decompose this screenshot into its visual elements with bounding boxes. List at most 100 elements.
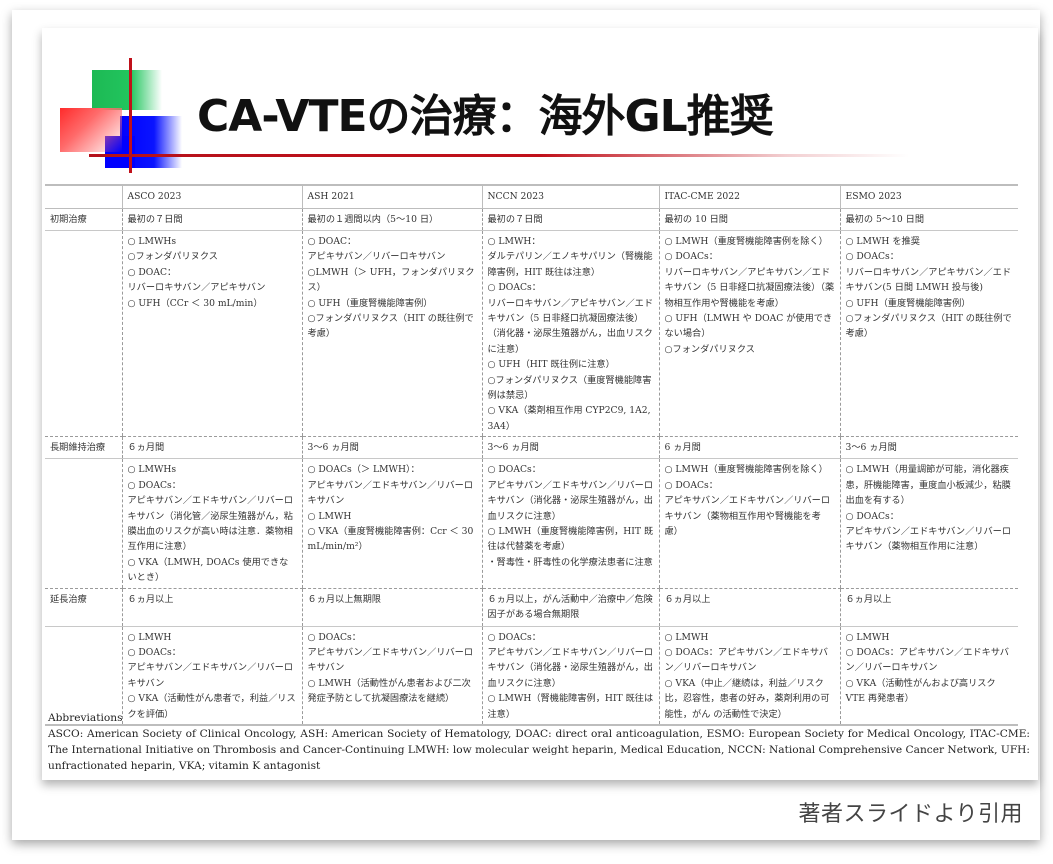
treatment-cell: ○ DOACs（＞ LMWH）： アピキサバン／エドキサバン／リバーロキサバン ○ … bbox=[301, 458, 482, 589]
treatment-item: ○ DOACs： bbox=[845, 251, 899, 263]
treatment-item: ○ LMWH（重度腎機能障害例，HIT 既往は代替薬を考慮） bbox=[487, 525, 654, 553]
logo-red-square bbox=[60, 108, 122, 152]
treatment-item: アピキサバン／エドキサバン／リバーロキサバン bbox=[307, 479, 474, 507]
duration-cell: 最初の７日間 bbox=[121, 208, 302, 231]
treatment-item: ○フォンダパリヌクス（HIT の既往例で考慮） bbox=[845, 313, 1012, 340]
empty-cell bbox=[45, 230, 122, 438]
treatment-item: ○ VKA（LMWH, DOACs 使用できないとき） bbox=[127, 556, 289, 584]
table-header-row: ASCO 2023 ASH 2021 NCCN 2023 ITAC-CME 20… bbox=[45, 184, 1018, 209]
duration-cell: 最初の７日間 bbox=[481, 208, 659, 231]
phase-label: 長期維持治療 bbox=[45, 436, 122, 460]
duration-cell: 最初の１週間以内（5～10 日） bbox=[301, 208, 482, 231]
treatment-item: ○ LMWH（重度腎機能障害例を除く） bbox=[664, 464, 828, 476]
duration-cell: ６ヵ月以上 bbox=[121, 588, 302, 627]
treatment-row: ○ LMWHs ○ DOACs： アピキサバン／エドキサバン／リバーロキサバン（消化… bbox=[45, 458, 1018, 589]
phase-row: 初期治療 最初の７日間 最初の１週間以内（5～10 日） 最初の７日間 最初の 10 日… bbox=[45, 208, 1018, 231]
treatment-item: ○ LMWHs bbox=[127, 236, 177, 247]
treatment-item: ○ DOACs： bbox=[664, 251, 718, 263]
slide: CA-VTEの治療：海外GL推奨 ASCO 2023 ASH 2021 NCCN… bbox=[42, 28, 1038, 780]
treatment-cell: ○ LMWH（用量調節が可能，消化器疾患，肝機能障害，重度血小板減少，粘膜出血を… bbox=[839, 458, 1018, 589]
empty-cell bbox=[45, 458, 122, 589]
treatment-cell: ○ DOAC： アピキサバン／リバーロキサバン ○LMWH（＞ UFH，フォンダパリ… bbox=[301, 230, 482, 438]
treatment-item: アピキサバン／エドキサバン／リバーロキサバン（消化管／泌尿生殖器がん，粘膜出血の… bbox=[127, 495, 294, 553]
phase-row: 長期維持治療 ６ヵ月間 3～6 ヵ月間 3～6 ヵ月間 6 ヵ月間 3～6 ヵ月間 bbox=[45, 436, 1018, 460]
treatment-item: ○ VKA（重度腎機能障害例：Ccr ＜ 30 mL/min/m²） bbox=[307, 525, 474, 553]
treatment-item: ○ DOACs： bbox=[487, 282, 541, 294]
header-cell-itac: ITAC-CME 2022 bbox=[658, 184, 840, 209]
treatment-item: ○ UFH（重度腎機能障害例） bbox=[845, 297, 971, 309]
logo-green-square bbox=[92, 70, 162, 110]
treatment-item: ・腎毒性・肝毒性の化学療法患者に注意 bbox=[487, 556, 653, 568]
treatment-item: ○ LMWH： bbox=[487, 236, 541, 247]
treatment-item: ○ LMWH bbox=[845, 631, 890, 643]
abbreviations: Abbreviations ASCO: American Society of … bbox=[48, 710, 1030, 774]
duration-cell: ６ヵ月間 bbox=[121, 436, 302, 460]
treatment-item: リバーロキサバン／アピキサバン／エドキサバン(5 日間 LMWH 投与後) bbox=[845, 266, 1012, 294]
treatment-item: ○ DOAC： bbox=[307, 236, 357, 247]
treatment-item: ○ UFH（HIT 既往例に注意） bbox=[487, 359, 615, 371]
treatment-item: ○LMWH（＞ UFH，フォンダパリヌクス） bbox=[307, 266, 475, 294]
treatment-cell: ○ LMWH（重度腎機能障害例を除く） ○ DOACs： アピキサバン／エドキサバン… bbox=[658, 458, 840, 589]
treatment-cell: ○ LMWH： ダルテパリン／エノキサパリン（腎機能障害例，HIT 既往は注意） ○… bbox=[481, 230, 659, 438]
treatment-item: ○ DOACs： bbox=[664, 479, 718, 491]
duration-cell: ６ヵ月以上無期限 bbox=[301, 588, 482, 627]
phase-label: 初期治療 bbox=[45, 208, 122, 231]
duration-cell: 最初の 10 日間 bbox=[658, 208, 840, 231]
duration-cell: ６ヵ月以上 bbox=[658, 588, 840, 627]
treatment-cell: ○ LMWH（重度腎機能障害例を除く） ○ DOACs： リバーロキサバン／アピキサ… bbox=[658, 230, 840, 438]
header-cell-nccn: NCCN 2023 bbox=[481, 184, 659, 209]
treatment-item: ○ LMWH を推奨 bbox=[845, 236, 920, 247]
slide-title: CA-VTEの治療：海外GL推奨 bbox=[197, 91, 774, 142]
treatment-item: アピキサバン／エドキサバン／リバーロキサバン bbox=[307, 646, 474, 674]
duration-cell: ６ヵ月以上 bbox=[839, 588, 1018, 627]
treatment-item: ○ DOACs： bbox=[487, 464, 541, 476]
treatment-item: ○ LMWHs bbox=[127, 464, 177, 476]
treatment-item: リバーロキサバン／アピキサバン／エドキサバン（5 日非経口抗凝固療法後）（薬物相… bbox=[664, 266, 835, 309]
treatment-item: ○ DOACs：アピキサバン／エドキサバン／リバーロキサバン bbox=[845, 646, 1009, 674]
treatment-item: ○フォンダパリヌクス（重度腎機能障害例は禁忌） bbox=[487, 374, 652, 402]
treatment-item: ○ DOAC： bbox=[127, 266, 177, 278]
treatment-item: ○ DOACs： bbox=[127, 646, 181, 658]
treatment-cell: ○ LMWHs ○ DOACs： アピキサバン／エドキサバン／リバーロキサバン（消化… bbox=[121, 458, 302, 589]
duration-cell: 最初の 5～10 日間 bbox=[839, 208, 1018, 231]
treatment-item: ○ LMWH（活動性がん患者および二次発症予防として抗凝固療法を継続） bbox=[307, 677, 471, 705]
treatment-item: アピキサバン／エドキサバン／リバーロキサバン（消化器・泌尿生殖器がん，出血リスク… bbox=[487, 646, 654, 689]
treatment-item: ○フォンダパリヌクス bbox=[127, 251, 218, 263]
treatment-item: ○ LMWH（用量調節が可能，消化器疾患，肝機能障害，重度血小板減少，粘膜出血を… bbox=[845, 464, 1011, 507]
treatment-item: リバーロキサバン／アピキサバン／エドキサバン（5 日非経口抗凝固療法後）（消化器… bbox=[487, 297, 654, 355]
treatment-item: ○ LMWH（重度腎機能障害例を除く） bbox=[664, 236, 828, 247]
header-cell-asco: ASCO 2023 bbox=[121, 184, 302, 209]
treatment-item: ○ DOACs：アピキサバン／エドキサバン／リバーロキサバン bbox=[664, 646, 828, 674]
treatment-item: ○ UFH（LMWH や DOAC が使用できない場合） bbox=[664, 313, 833, 340]
treatment-item: ○ UFH（CCr ＜ 30 mL/min） bbox=[127, 297, 263, 309]
treatment-item: ○ DOACs： bbox=[127, 479, 181, 491]
treatment-item: アピキサバン／エドキサバン／リバーロキサバン（薬物相互作用や腎機能を考慮） bbox=[664, 495, 831, 537]
treatment-item: リバーロキサバン／アピキサバン bbox=[127, 282, 266, 294]
abbreviations-heading: Abbreviations bbox=[48, 712, 123, 724]
treatment-item: ○ DOACs： bbox=[487, 631, 541, 643]
title-underline bbox=[89, 154, 909, 157]
treatment-item: ○ DOACs： bbox=[845, 510, 899, 522]
header-cell bbox=[45, 184, 122, 209]
treatment-item: アピキサバン／エドキサバン／リバーロキサバン（消化器・泌尿生殖器がん，出血リスク… bbox=[487, 479, 654, 522]
treatment-item: アピキサバン／エドキサバン／リバーロキサバン bbox=[127, 662, 294, 689]
treatment-item: ○ DOACs（＞ LMWH）： bbox=[307, 464, 420, 476]
duration-cell: 6 ヵ月間 bbox=[658, 436, 840, 460]
treatment-item: ダルテパリン／エノキサパリン（腎機能障害例，HIT 既往は注意） bbox=[487, 251, 653, 278]
treatment-row: ○ LMWHs ○フォンダパリヌクス ○ DOAC： リバーロキサバン／アピキサバン ○… bbox=[45, 230, 1018, 438]
phase-row: 延長治療 ６ヵ月以上 ６ヵ月以上無期限 ６ヵ月以上，がん活動中／治療中／危険因子がある… bbox=[45, 588, 1018, 627]
header-cell-ash: ASH 2021 bbox=[301, 184, 482, 209]
treatment-item: アピキサバン／リバーロキサバン bbox=[307, 251, 446, 263]
treatment-cell: ○ DOACs： アピキサバン／エドキサバン／リバーロキサバン（消化器・泌尿生殖器… bbox=[481, 458, 659, 589]
duration-cell: ６ヵ月以上，がん活動中／治療中／危険因子がある場合無期限 bbox=[481, 588, 659, 627]
duration-cell: 3～6 ヵ月間 bbox=[481, 436, 659, 460]
duration-cell: 3～6 ヵ月間 bbox=[839, 436, 1018, 460]
citation-caption: 著者スライドより引用 bbox=[798, 802, 1023, 827]
treatment-item: ○ VKA（薬剤相互作用 CYP2C9, 1A2, 3A4） bbox=[487, 405, 651, 432]
treatment-cell: ○ LMWHs ○フォンダパリヌクス ○ DOAC： リバーロキサバン／アピキサバン ○… bbox=[121, 230, 302, 438]
phase-label: 延長治療 bbox=[45, 588, 122, 627]
duration-cell: 3～6 ヵ月間 bbox=[301, 436, 482, 460]
abbreviations-text: ASCO: American Society of Clinical Oncol… bbox=[48, 728, 1030, 772]
treatment-item: ○フォンダパリヌクス（HIT の既往例で考慮） bbox=[307, 313, 474, 340]
treatment-item: ○ UFH（重度腎機能障害例） bbox=[307, 297, 433, 309]
